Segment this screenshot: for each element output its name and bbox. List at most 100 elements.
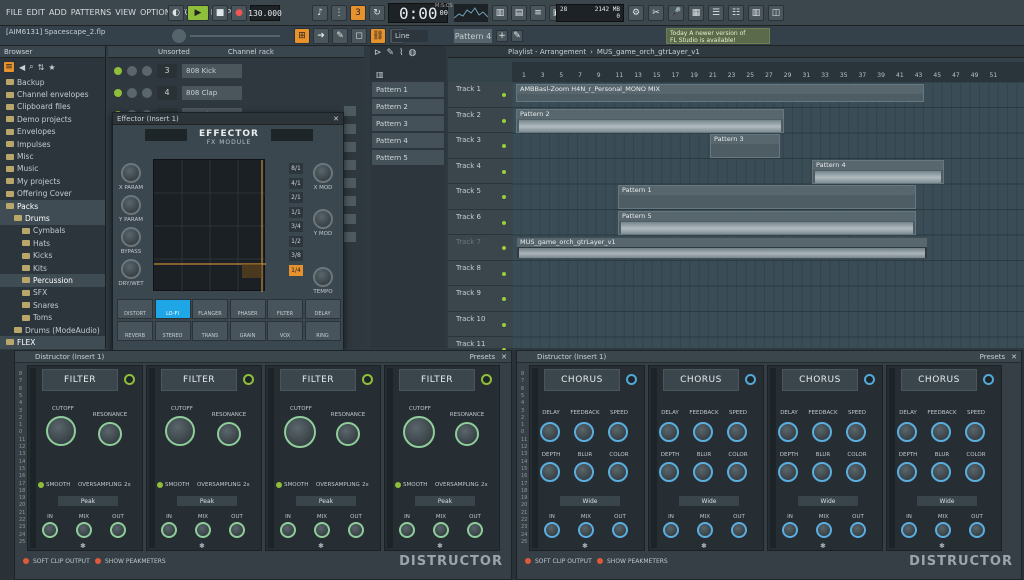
out-knob[interactable] bbox=[731, 522, 747, 538]
step-button[interactable] bbox=[344, 124, 356, 134]
track-led-icon[interactable] bbox=[502, 118, 506, 123]
color-knob[interactable] bbox=[965, 462, 985, 482]
arrow-icon[interactable]: ➜ bbox=[313, 28, 329, 44]
browser-item[interactable]: Channel envelopes bbox=[0, 88, 105, 100]
mix-knob[interactable] bbox=[314, 522, 330, 538]
browser-item[interactable]: Kicks bbox=[0, 249, 105, 261]
playlist-ruler[interactable]: 1 3 5 7 9 11 13 15 17 19 21 23 25 27 29 31 33 35 37 39 41 43 4… bbox=[512, 62, 1024, 82]
scissors-icon[interactable]: ✂ bbox=[648, 5, 664, 21]
oversampling-value[interactable]: 2x bbox=[243, 482, 250, 488]
browser-search-icon[interactable]: ⌕ bbox=[29, 62, 33, 72]
track-led-icon[interactable] bbox=[502, 297, 506, 301]
playlist-clip[interactable]: Pattern 5 bbox=[618, 211, 916, 235]
blur-knob[interactable] bbox=[693, 462, 713, 482]
smooth-led-icon[interactable] bbox=[157, 482, 163, 488]
browser-item[interactable]: Clipboard files bbox=[0, 101, 105, 113]
effector-knob-xparam[interactable] bbox=[121, 163, 141, 183]
effector-knob-tempo[interactable] bbox=[313, 267, 333, 287]
browser-arrow-icon[interactable]: ◀ bbox=[19, 63, 25, 72]
master-volume-knob[interactable] bbox=[172, 29, 186, 43]
mode-dropdown[interactable]: Peak bbox=[296, 496, 356, 506]
power-icon[interactable] bbox=[124, 374, 135, 385]
track-led-icon[interactable] bbox=[502, 144, 506, 148]
snap-icon[interactable]: ⊞ bbox=[294, 28, 310, 44]
mode-selector[interactable]: CHORUS bbox=[782, 369, 858, 391]
mix-knob[interactable] bbox=[816, 522, 832, 538]
render-icon[interactable]: ▦ bbox=[688, 5, 704, 21]
feedback-knob[interactable] bbox=[812, 422, 832, 442]
mode-dropdown[interactable]: Wide bbox=[917, 496, 977, 506]
speed-knob[interactable] bbox=[608, 422, 628, 442]
pattern-item[interactable]: Pattern 1 bbox=[372, 82, 444, 97]
play-button[interactable]: ▶ bbox=[187, 5, 209, 21]
depth-knob[interactable] bbox=[540, 462, 560, 482]
speed-knob[interactable] bbox=[727, 422, 747, 442]
fx-filter[interactable]: FILTER bbox=[267, 299, 303, 319]
presets-right[interactable]: Presets bbox=[980, 353, 1005, 361]
snap-dropdown[interactable]: Line bbox=[392, 30, 428, 42]
oversampling-value[interactable]: 2x bbox=[481, 482, 488, 488]
fx-phaser[interactable]: PHASER bbox=[229, 299, 266, 319]
step-button[interactable] bbox=[344, 178, 356, 188]
track-led-icon[interactable] bbox=[502, 169, 506, 174]
add-pattern-icon[interactable]: + bbox=[496, 30, 508, 42]
gear-icon[interactable]: ✱ bbox=[582, 542, 588, 550]
track-header[interactable]: Track 10 bbox=[448, 312, 512, 337]
browser-item[interactable]: Drums bbox=[0, 212, 105, 225]
step-button[interactable] bbox=[344, 142, 356, 152]
fx-distort[interactable]: DISTORT bbox=[117, 299, 153, 319]
resonance-knob[interactable] bbox=[336, 422, 360, 446]
depth-knob[interactable] bbox=[778, 462, 798, 482]
out-knob[interactable] bbox=[850, 522, 866, 538]
oversampling-value[interactable]: 2x bbox=[124, 482, 131, 488]
in-knob[interactable] bbox=[161, 522, 177, 538]
track-header[interactable]: Track 4 bbox=[448, 159, 512, 184]
mix-knob[interactable] bbox=[195, 522, 211, 538]
speed-knob[interactable] bbox=[965, 422, 985, 442]
countdown-icon[interactable]: 3 bbox=[350, 5, 366, 21]
browser-item[interactable]: Cymbals bbox=[0, 225, 105, 237]
master-pitch-slider[interactable] bbox=[190, 35, 280, 37]
step-button[interactable] bbox=[344, 196, 356, 206]
effector-knob-ymod[interactable] bbox=[313, 209, 333, 229]
browser-item[interactable]: Snares bbox=[0, 299, 105, 311]
close-icon[interactable]: ✕ bbox=[333, 115, 339, 123]
browser-item[interactable]: SFX bbox=[0, 287, 105, 299]
track-header[interactable]: Track 1 bbox=[448, 82, 512, 108]
ratio-button[interactable]: 2/1 bbox=[289, 192, 303, 203]
speed-knob[interactable] bbox=[846, 422, 866, 442]
out-knob[interactable] bbox=[229, 522, 245, 538]
pattern-item[interactable]: Pattern 3 bbox=[372, 116, 444, 131]
color-knob[interactable] bbox=[608, 462, 628, 482]
track-header[interactable]: Track 8 bbox=[448, 261, 512, 286]
close-icon[interactable]: ✕ bbox=[1011, 353, 1017, 361]
blur-knob[interactable] bbox=[931, 462, 951, 482]
pattern-selector[interactable]: Pattern 4 bbox=[454, 29, 492, 43]
stop-button[interactable]: ■ bbox=[212, 5, 228, 21]
tempo-tapper-icon[interactable]: ☰ bbox=[708, 5, 724, 21]
pattern-item[interactable]: Pattern 5 bbox=[372, 150, 444, 165]
browser-item[interactable]: Percussion bbox=[0, 274, 105, 287]
track-led-icon[interactable] bbox=[502, 322, 506, 327]
plugin-icon[interactable]: ⚙ bbox=[628, 5, 644, 21]
track-led-icon[interactable] bbox=[502, 246, 506, 250]
browser-item[interactable]: Impulses bbox=[0, 138, 105, 150]
peakmeter-led-icon[interactable] bbox=[95, 558, 101, 564]
color-knob[interactable] bbox=[727, 462, 747, 482]
gear-icon[interactable]: ✱ bbox=[701, 542, 707, 550]
playlist-clip[interactable]: AMBBasl-Zoom H4N_r_Personal_MONO MIX bbox=[516, 84, 924, 102]
mode-dropdown[interactable]: Peak bbox=[415, 496, 475, 506]
track-header[interactable]: Track 2 bbox=[448, 108, 512, 133]
channel-row[interactable]: 3 808 Kick bbox=[114, 62, 364, 80]
resonance-knob[interactable] bbox=[455, 422, 479, 446]
browser-item[interactable]: Hats bbox=[0, 237, 105, 249]
playlist-clip[interactable]: Pattern 4 bbox=[812, 160, 944, 184]
channel-scrollbar[interactable] bbox=[344, 106, 358, 266]
mode-selector[interactable]: FILTER bbox=[161, 369, 237, 391]
ratio-button[interactable]: 1/2 bbox=[289, 235, 303, 247]
channel-number[interactable]: 3 bbox=[157, 64, 177, 78]
power-icon[interactable] bbox=[481, 374, 492, 385]
wait-icon[interactable]: ⋮ bbox=[331, 5, 347, 21]
channel-led-icon[interactable] bbox=[114, 67, 122, 75]
mode-selector[interactable]: CHORUS bbox=[663, 369, 739, 391]
